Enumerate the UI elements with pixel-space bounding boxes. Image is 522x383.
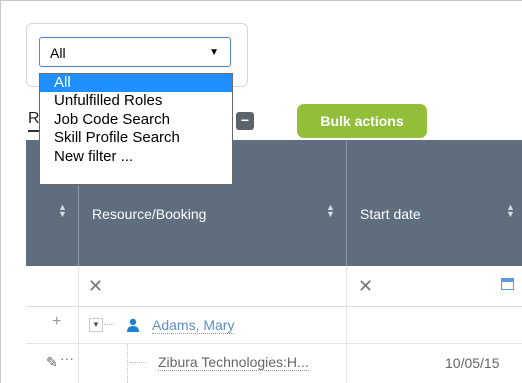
- column-divider: [346, 344, 347, 383]
- column-divider: [346, 266, 347, 306]
- filter-dropdown-list: All Unfulfilled Roles Job Code Search Sk…: [39, 73, 233, 185]
- sort-icon[interactable]: ▲ ▼: [506, 203, 515, 219]
- column-header-start-date[interactable]: Start date: [360, 206, 421, 222]
- collapse-button[interactable]: −: [236, 112, 254, 130]
- person-icon: [127, 318, 139, 332]
- filter-option-skill-profile-search[interactable]: Skill Profile Search: [40, 129, 232, 147]
- column-divider: [346, 140, 347, 266]
- filter-select-value: All: [50, 45, 66, 61]
- column-header-resource-booking[interactable]: Resource/Booking: [92, 206, 206, 222]
- column-divider: [78, 307, 79, 343]
- clear-filter-icon[interactable]: ✕: [88, 276, 103, 297]
- resource-name-link[interactable]: Adams, Mary: [152, 318, 235, 334]
- clear-filter-icon[interactable]: ✕: [358, 276, 373, 297]
- tree-connector: [104, 324, 114, 325]
- booking-name-link[interactable]: Zibura Technologies:H...: [158, 355, 309, 371]
- window-frame-left: [0, 0, 7, 383]
- tree-connector: [127, 344, 128, 383]
- grid-filter-row: ✕ ✕: [26, 266, 522, 307]
- table-row: ✎ ··· Zibura Technologies:H... 10/05/15: [26, 344, 522, 383]
- pencil-icon[interactable]: ✎: [46, 354, 58, 371]
- calendar-icon[interactable]: [501, 278, 514, 290]
- add-icon[interactable]: +: [52, 313, 61, 331]
- sort-icon[interactable]: ▲ ▼: [58, 203, 67, 219]
- filter-option-all[interactable]: All: [40, 74, 232, 93]
- column-divider: [346, 307, 347, 343]
- window-frame-top: [0, 0, 522, 7]
- filter-option-job-code-search[interactable]: Job Code Search: [40, 111, 232, 129]
- expand-toggle[interactable]: ▼: [89, 318, 103, 332]
- column-divider: [78, 344, 79, 383]
- tab-label[interactable]: R: [28, 110, 40, 128]
- bulk-actions-button[interactable]: Bulk actions: [297, 104, 427, 138]
- tree-connector: [130, 362, 146, 363]
- filter-option-unfulfilled-roles[interactable]: Unfulfilled Roles: [40, 92, 232, 110]
- table-row: + ▼ Adams, Mary: [26, 307, 522, 344]
- booking-start-date: 10/05/15: [445, 355, 500, 371]
- filter-option-new-filter[interactable]: New filter ...: [40, 148, 232, 166]
- more-options-icon[interactable]: ···: [60, 350, 74, 366]
- filter-select[interactable]: All ▼: [39, 37, 231, 67]
- column-divider: [78, 266, 79, 306]
- sort-icon[interactable]: ▲ ▼: [326, 203, 335, 219]
- chevron-down-icon: ▼: [209, 47, 219, 58]
